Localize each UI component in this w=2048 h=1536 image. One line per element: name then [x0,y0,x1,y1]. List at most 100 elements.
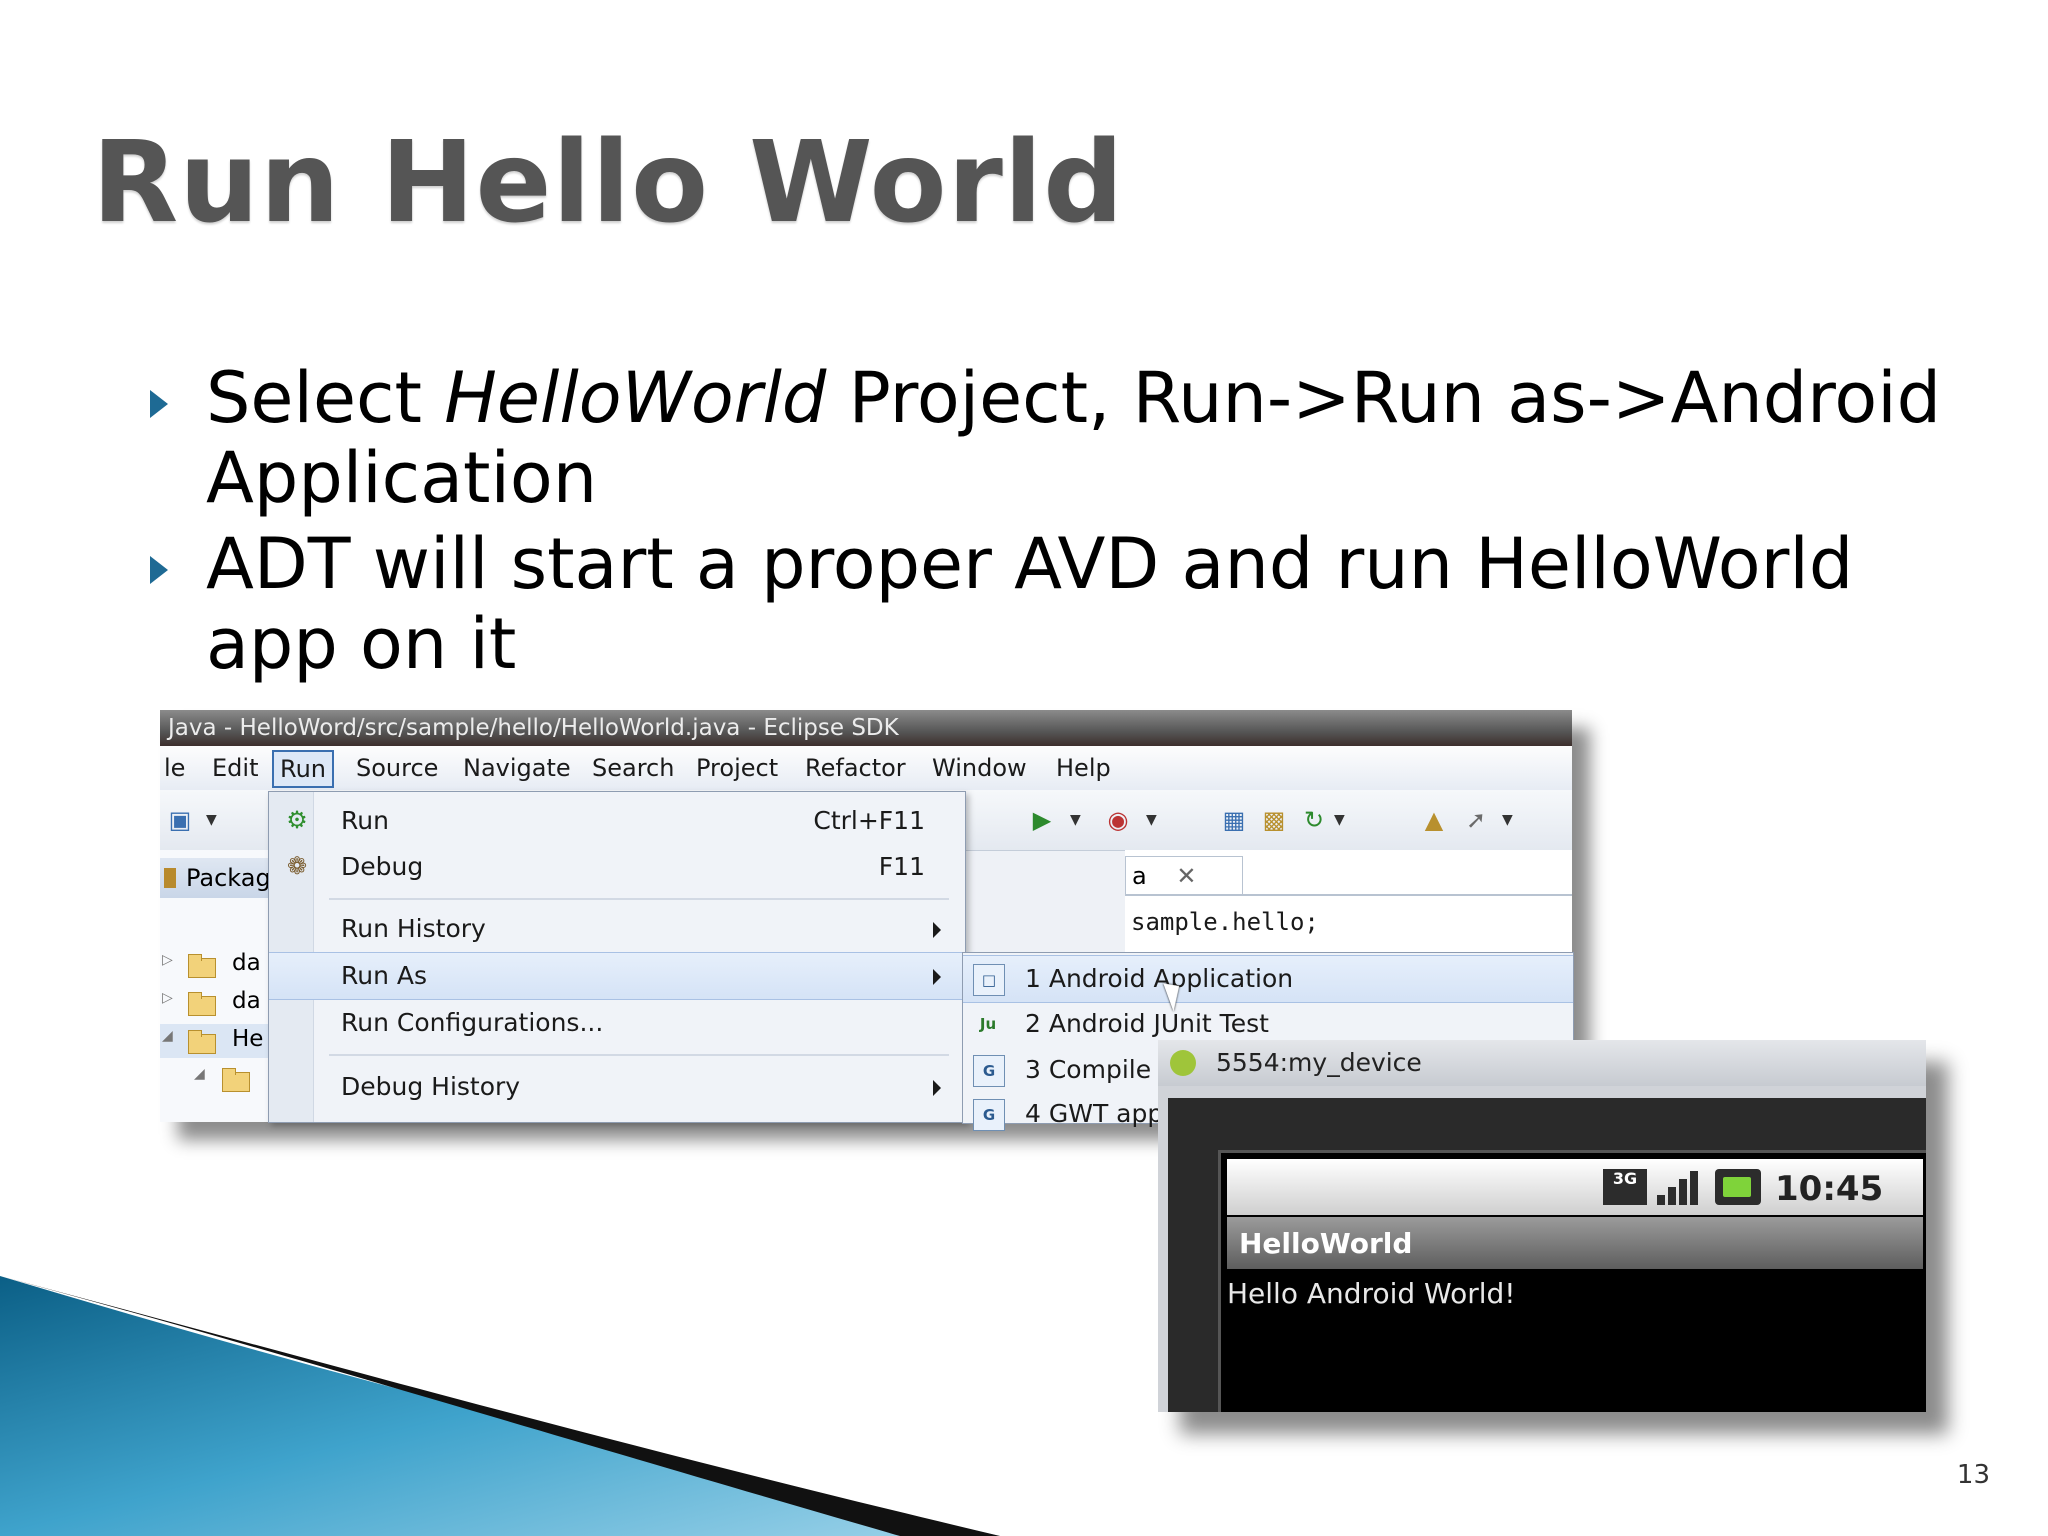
tab-label: Packag [186,864,271,892]
tree-item[interactable]: ▷ da [160,948,270,982]
signal-icon [1657,1169,1701,1205]
emulator-frame: 3G 10:45 AM HelloWorld Hello Android Wor… [1168,1098,1926,1412]
bullet-arrow-icon [150,390,168,418]
menu-item-label: Debug History [341,1072,521,1101]
bullet-item: ADT will start a proper AVD and run Hell… [150,524,1970,684]
menu-item-label: 2 Android JUnit Test [1025,1009,1269,1038]
menu-search[interactable]: Search [592,754,674,782]
menu-item-shortcut: Ctrl+F11 [813,806,925,835]
package-explorer: Packag ▷ da ▷ da ◢ He ◢ [160,850,271,1122]
external-tools-icon[interactable]: ◉ [1104,806,1132,834]
run-menu: ⚙ Run Ctrl+F11 ❁ Debug F11 Run History R… [268,791,966,1123]
bullet-arrow-icon [150,556,168,584]
menu-navigate[interactable]: Navigate [463,754,571,782]
bullet-list: Select HelloWorld Project, Run->Run as->… [150,358,1970,690]
network-label: 3G [1612,1169,1638,1188]
run-icon: ⚙ [286,806,308,834]
decorative-swoosh [0,1276,1000,1536]
bullet-text: ADT will start a proper AVD and run Hell… [206,523,1854,685]
debug-icon: ❁ [286,852,308,880]
menu-item-run-configurations[interactable]: Run Configurations... [269,1000,965,1046]
chevron-down-icon[interactable]: ▼ [206,812,217,828]
menu-edit[interactable]: Edit [212,754,258,782]
chevron-down-icon[interactable]: ▼ [1334,812,1345,828]
menu-refactor[interactable]: Refactor [805,754,906,782]
close-icon[interactable]: ✕ [1176,862,1196,890]
new-icon[interactable]: ▣ [166,806,194,834]
tab-package-explorer[interactable]: Packag [160,858,271,898]
code-line[interactable]: sample.hello; [1131,908,1319,936]
chevron-down-icon[interactable]: ▼ [1070,812,1081,828]
menu-item-label: 1 Android Application [1025,964,1294,993]
menu-source[interactable]: Source [356,754,438,782]
menu-item-label: Run Configurations... [341,1008,604,1037]
menu-separator [329,898,949,900]
tree-item-selected[interactable]: ◢ He [160,1024,270,1058]
android-emulator-window: 5554:my_device 3G 10:45 AM HelloWorld He… [1158,1040,1926,1412]
menu-item-label: Run History [341,914,486,943]
junit-icon: Ju [979,1015,997,1033]
tree-label: da [232,950,261,976]
expand-icon[interactable]: ▷ [162,990,173,1006]
source-folder-icon [220,1064,254,1092]
build-icon[interactable]: ▩ [1260,806,1288,834]
menu-file[interactable]: le [164,754,185,782]
menu-item-label: 4 GWT appl [1025,1099,1171,1128]
bullet-emphasis: HelloWorld [444,357,827,439]
android-icon [1170,1050,1196,1076]
menu-item-label: Debug [341,852,424,881]
tree-label: He [232,1026,264,1052]
menu-item-debug[interactable]: ❁ Debug F11 [269,844,965,890]
menu-separator [329,1054,949,1056]
window-title: Java - HelloWord/src/sample/hello/HelloW… [160,710,1572,746]
menu-item-run-history[interactable]: Run History [269,906,965,952]
battery-icon [1715,1169,1761,1205]
tab-editor[interactable]: a ✕ [1125,856,1243,895]
collapse-icon[interactable]: ◢ [194,1066,205,1082]
menu-help[interactable]: Help [1056,754,1111,782]
menu-project[interactable]: Project [696,754,778,782]
page-number: 13 [1956,1460,1990,1490]
app-title: HelloWorld [1239,1227,1413,1260]
menu-run[interactable]: Run [272,750,335,788]
pin-icon[interactable]: ➚ [1462,806,1490,834]
submenu-arrow-icon [933,969,941,985]
menu-item-run[interactable]: ⚙ Run Ctrl+F11 [269,798,965,844]
package-icon [164,868,176,888]
hello-text: Hello Android World! [1227,1277,1516,1310]
emulator-title: 5554:my_device [1216,1048,1422,1077]
refresh-icon[interactable]: ↻ [1300,806,1328,834]
tab-label: a [1132,862,1147,890]
project-folder-icon [186,950,220,978]
run-icon[interactable]: ▶ [1028,806,1056,834]
menu-item-debug-history[interactable]: Debug History [269,1064,965,1110]
open-folder-icon[interactable]: ▲ [1420,806,1448,834]
device-screen[interactable]: 3G 10:45 AM HelloWorld Hello Android Wor… [1218,1150,1926,1412]
app-title-bar: HelloWorld [1227,1217,1923,1269]
menu-item-label: Run As [341,961,428,990]
chevron-down-icon[interactable]: ▼ [1502,812,1513,828]
menu-bar: le Edit Run Source Navigate Search Proje… [160,746,1572,791]
menu-item-label: 3 Compile [1025,1055,1152,1084]
submenu-arrow-icon [933,1080,941,1096]
emulator-title-bar: 5554:my_device [1158,1040,1926,1086]
menu-window[interactable]: Window [932,754,1027,782]
tab-divider [1125,894,1572,896]
collapse-icon[interactable]: ◢ [162,1028,173,1044]
menu-item-run-as[interactable]: Run As [269,952,965,1000]
submenu-item-android-application[interactable]: □ 1 Android Application [963,955,1573,1003]
android-app-icon: □ [973,964,1005,996]
gwt-app-icon: G [973,1099,1005,1131]
chevron-down-icon[interactable]: ▼ [1146,812,1157,828]
expand-icon[interactable]: ▷ [162,952,173,968]
clock-time: 10:45 [1775,1169,1884,1209]
slide-title: Run Hello World [92,118,1125,248]
tree-item[interactable]: ▷ da [160,986,270,1020]
bullet-item: Select HelloWorld Project, Run->Run as->… [150,358,1970,518]
project-folder-icon [186,988,220,1016]
tree-item[interactable]: ◢ [160,1062,270,1096]
status-bar: 3G 10:45 AM [1227,1159,1923,1246]
menu-item-label: Run [341,806,389,835]
network-3g-icon: 3G [1603,1169,1647,1205]
open-type-icon[interactable]: ▦ [1220,806,1248,834]
